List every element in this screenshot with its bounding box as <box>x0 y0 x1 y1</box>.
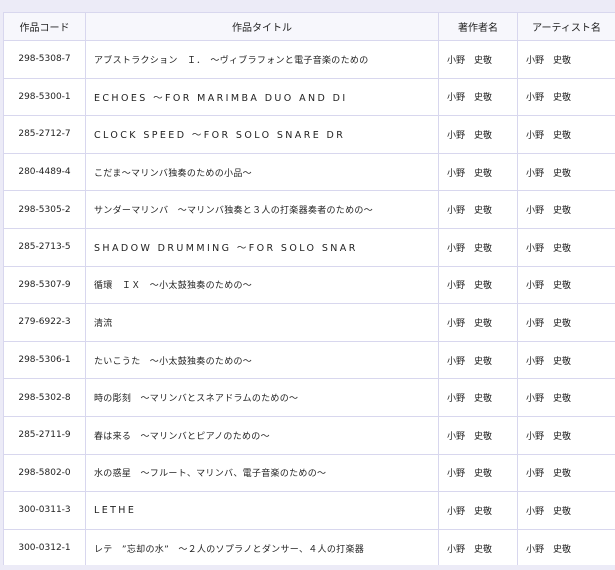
artist-name: 小野 史敬 <box>517 303 615 342</box>
author-name: 小野 史敬 <box>438 40 518 79</box>
artist-name: 小野 史敬 <box>517 378 615 417</box>
work-title[interactable]: CLOCK SPEED 〜FOR SOLO SNARE DR <box>85 115 439 154</box>
work-title[interactable]: SHADOW DRUMMING 〜FOR SOLO SNAR <box>85 227 439 267</box>
artist-name: 小野 史敬 <box>517 491 615 530</box>
author-name: 小野 史敬 <box>438 303 518 342</box>
work-title[interactable]: サンダーマリンバ 〜マリンバ独奏と３人の打楽器奏者のための〜 <box>85 190 439 229</box>
author-name: 小野 史敬 <box>438 227 518 267</box>
artist-name: 小野 史敬 <box>517 40 615 79</box>
table-row[interactable]: 285-2713-5 SHADOW DRUMMING 〜FOR SOLO SNA… <box>3 227 615 267</box>
works-table: 作品コード 作品タイトル 著作者名 アーティスト名 298-5308-7 アブス… <box>3 12 615 568</box>
author-name: 小野 史敬 <box>438 115 518 154</box>
work-code: 285-2712-7 <box>3 115 86 154</box>
artist-name: 小野 史敬 <box>517 453 615 493</box>
table-row[interactable]: 298-5308-7 アブストラクション Ｉ． 〜ヴィブラフォンと電子音楽のため… <box>3 40 615 79</box>
artist-name: 小野 史敬 <box>517 190 615 229</box>
artist-name: 小野 史敬 <box>517 340 615 380</box>
work-title[interactable]: レテ ”忘却の水” 〜２人のソプラノとダンサー、４人の打楽器 <box>85 528 439 568</box>
table-row[interactable]: 300-0311-3 LETHE 小野 史敬 小野 史敬 <box>3 491 615 530</box>
work-code: 298-5300-1 <box>3 77 86 117</box>
author-name: 小野 史敬 <box>438 378 518 417</box>
table-row[interactable]: 298-5306-1 たいこうた 〜小太鼓独奏のための〜 小野 史敬 小野 史敬 <box>3 340 615 380</box>
work-code: 300-0312-1 <box>3 528 86 568</box>
work-title[interactable]: こだま〜マリンバ独奏のための小品〜 <box>85 152 439 192</box>
work-title[interactable]: アブストラクション Ｉ． 〜ヴィブラフォンと電子音楽のための <box>85 40 439 79</box>
artist-name: 小野 史敬 <box>517 152 615 192</box>
work-title[interactable]: たいこうた 〜小太鼓独奏のための〜 <box>85 340 439 380</box>
work-code: 300-0311-3 <box>3 491 86 530</box>
author-name: 小野 史敬 <box>438 152 518 192</box>
work-code: 298-5308-7 <box>3 40 86 79</box>
work-code: 279-6922-3 <box>3 303 86 342</box>
artist-name: 小野 史敬 <box>517 528 615 568</box>
header-code[interactable]: 作品コード <box>3 12 86 41</box>
author-name: 小野 史敬 <box>438 340 518 380</box>
table-row[interactable]: 298-5300-1 ECHOES 〜FOR MARIMBA DUO AND D… <box>3 77 615 117</box>
table-header: 作品コード 作品タイトル 著作者名 アーティスト名 <box>3 12 615 41</box>
artist-name: 小野 史敬 <box>517 265 615 305</box>
works-list-page: 作品コード 作品タイトル 著作者名 アーティスト名 298-5308-7 アブス… <box>0 0 615 570</box>
table-row[interactable]: 280-4489-4 こだま〜マリンバ独奏のための小品〜 小野 史敬 小野 史敬 <box>3 152 615 192</box>
artist-name: 小野 史敬 <box>517 77 615 117</box>
work-title[interactable]: 水の惑星 〜フルート、マリンバ、電子音楽のための〜 <box>85 453 439 493</box>
table-body: 298-5308-7 アブストラクション Ｉ． 〜ヴィブラフォンと電子音楽のため… <box>3 40 615 568</box>
author-name: 小野 史敬 <box>438 528 518 568</box>
table-row[interactable]: 298-5302-8 時の彫刻 〜マリンバとスネアドラムのための〜 小野 史敬 … <box>3 378 615 417</box>
author-name: 小野 史敬 <box>438 415 518 455</box>
work-title[interactable]: 清流 <box>85 303 439 342</box>
work-code: 298-5802-0 <box>3 453 86 493</box>
author-name: 小野 史敬 <box>438 453 518 493</box>
artist-name: 小野 史敬 <box>517 227 615 267</box>
page-bottom-bar <box>0 565 615 570</box>
work-code: 298-5306-1 <box>3 340 86 380</box>
table-row[interactable]: 285-2712-7 CLOCK SPEED 〜FOR SOLO SNARE D… <box>3 115 615 154</box>
artist-name: 小野 史敬 <box>517 115 615 154</box>
header-row: 作品コード 作品タイトル 著作者名 アーティスト名 <box>3 12 615 41</box>
work-title[interactable]: 時の彫刻 〜マリンバとスネアドラムのための〜 <box>85 378 439 417</box>
work-title[interactable]: ECHOES 〜FOR MARIMBA DUO AND DI <box>85 77 439 117</box>
author-name: 小野 史敬 <box>438 190 518 229</box>
header-artist[interactable]: アーティスト名 <box>517 12 615 41</box>
work-code: 285-2711-9 <box>3 415 86 455</box>
work-title[interactable]: LETHE <box>85 491 439 530</box>
work-title[interactable]: 春は来る 〜マリンバとピアノのための〜 <box>85 415 439 455</box>
work-code: 298-5302-8 <box>3 378 86 417</box>
table-row[interactable]: 298-5307-9 循環 ＩＸ 〜小太鼓独奏のための〜 小野 史敬 小野 史敬 <box>3 265 615 305</box>
author-name: 小野 史敬 <box>438 265 518 305</box>
header-title[interactable]: 作品タイトル <box>85 12 439 41</box>
table-row[interactable]: 298-5305-2 サンダーマリンバ 〜マリンバ独奏と３人の打楽器奏者のための… <box>3 190 615 229</box>
table-row[interactable]: 279-6922-3 清流 小野 史敬 小野 史敬 <box>3 303 615 342</box>
artist-name: 小野 史敬 <box>517 415 615 455</box>
author-name: 小野 史敬 <box>438 491 518 530</box>
work-title[interactable]: 循環 ＩＸ 〜小太鼓独奏のための〜 <box>85 265 439 305</box>
work-code: 280-4489-4 <box>3 152 86 192</box>
work-code: 298-5307-9 <box>3 265 86 305</box>
work-code: 285-2713-5 <box>3 227 86 267</box>
table-row[interactable]: 285-2711-9 春は来る 〜マリンバとピアノのための〜 小野 史敬 小野 … <box>3 415 615 455</box>
table-row[interactable]: 298-5802-0 水の惑星 〜フルート、マリンバ、電子音楽のための〜 小野 … <box>3 453 615 493</box>
work-code: 298-5305-2 <box>3 190 86 229</box>
table-row[interactable]: 300-0312-1 レテ ”忘却の水” 〜２人のソプラノとダンサー、４人の打楽… <box>3 528 615 568</box>
header-author[interactable]: 著作者名 <box>438 12 518 41</box>
author-name: 小野 史敬 <box>438 77 518 117</box>
